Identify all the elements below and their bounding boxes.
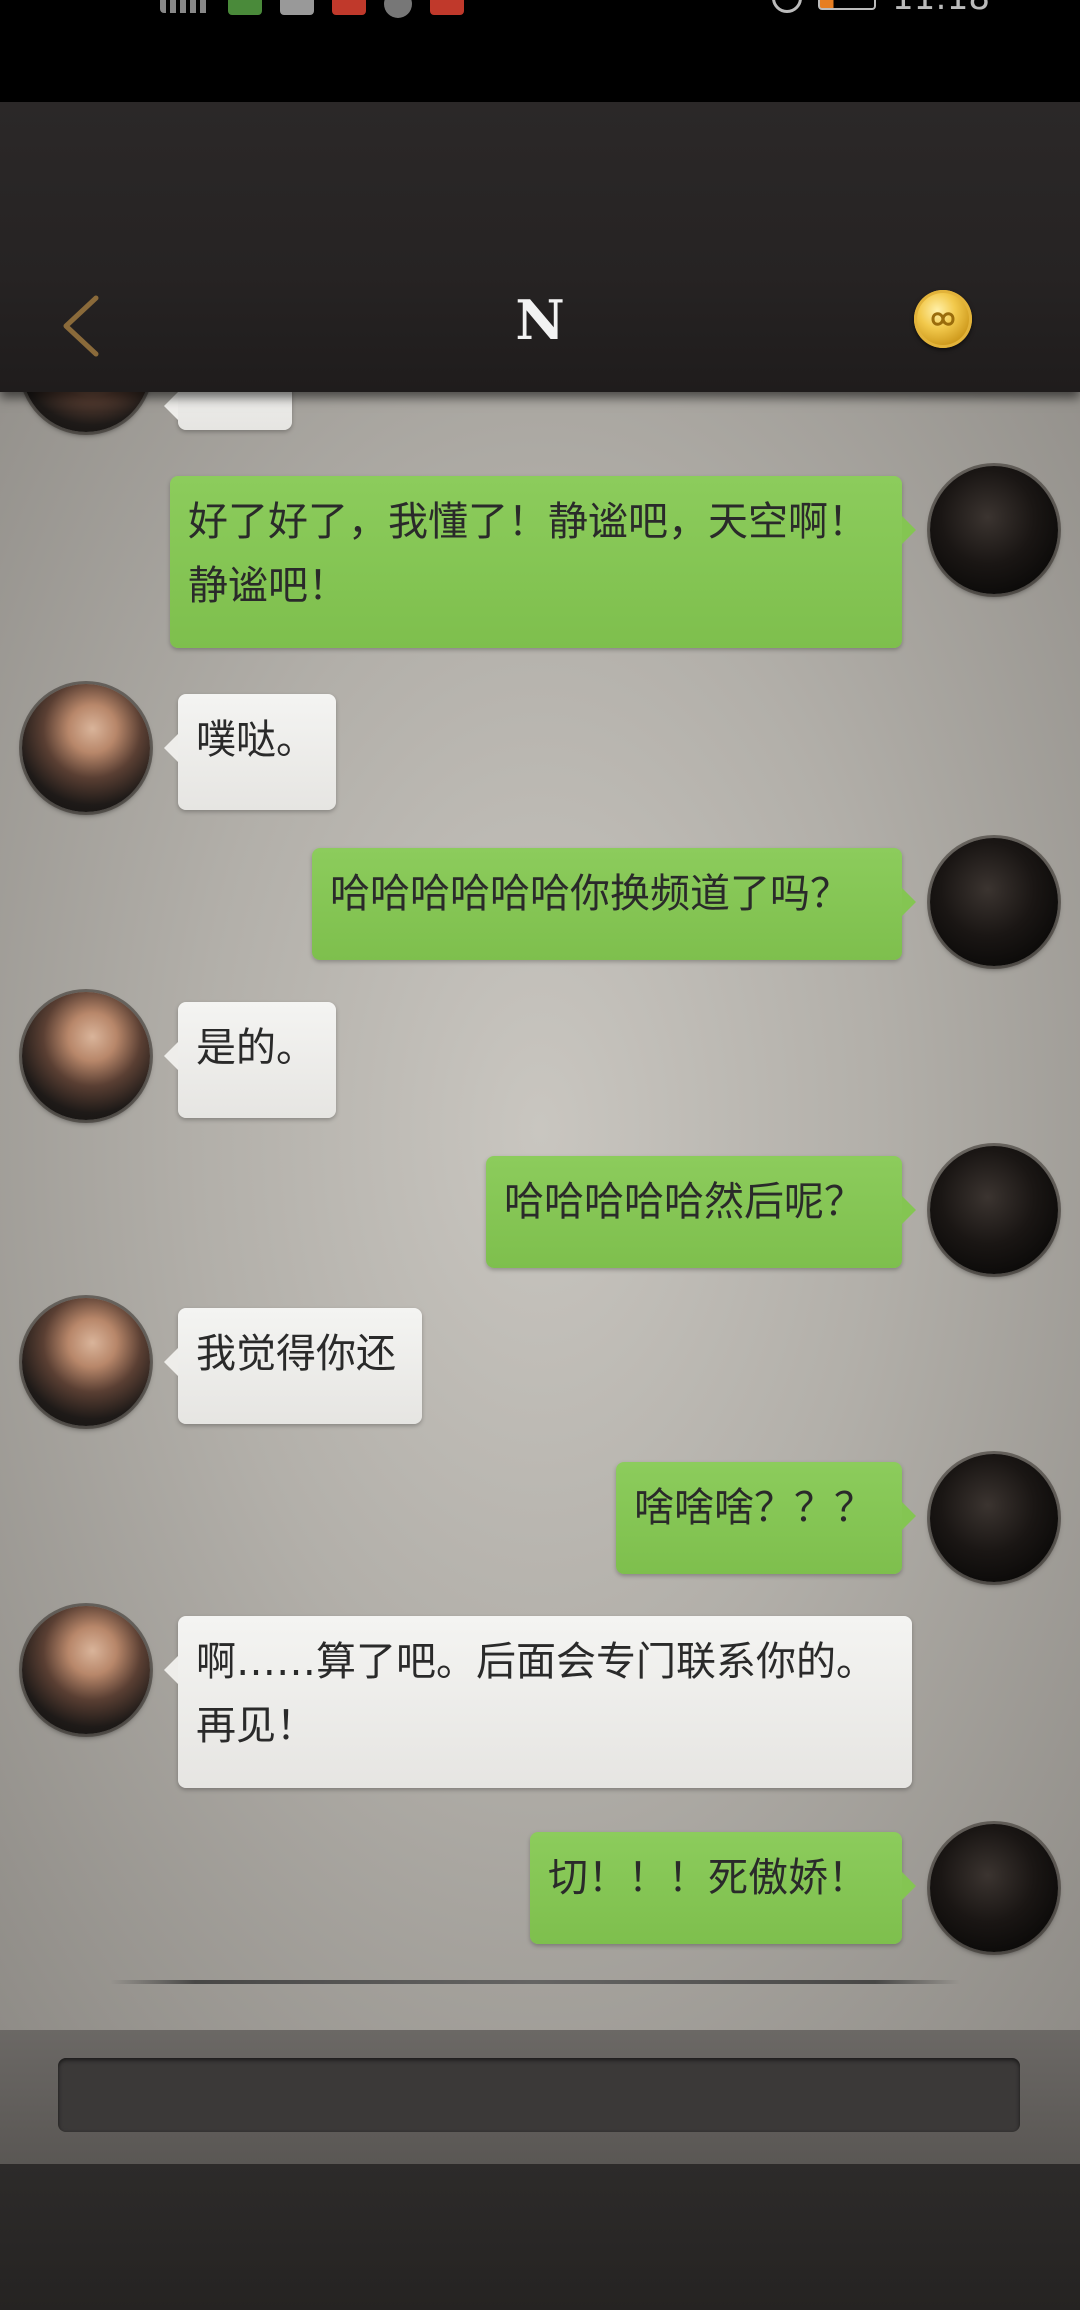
alarm-icon xyxy=(772,0,803,13)
paper-edge-divider xyxy=(110,1980,960,1984)
coin-button[interactable] xyxy=(914,290,972,348)
my-avatar[interactable] xyxy=(930,1824,1058,1952)
message-bubble-incoming[interactable]: 噗哒。 xyxy=(164,694,336,810)
my-avatar[interactable] xyxy=(930,1454,1058,1582)
status-icons-right: 11:18 xyxy=(772,0,990,18)
message-bubble-incoming[interactable]: 是的。 xyxy=(164,1002,336,1118)
my-avatar[interactable] xyxy=(930,1146,1058,1274)
contact-avatar[interactable] xyxy=(22,1606,150,1734)
bottom-panel xyxy=(0,2164,1080,2310)
app-icon xyxy=(384,0,412,18)
chat-header: N xyxy=(0,102,1080,392)
message-list[interactable]: 好了好了，我懂了！静谧吧，天空啊！静谧吧！ 噗哒。 哈哈哈哈哈哈你换频道了吗？ … xyxy=(0,392,1080,2030)
message-bubble-outgoing[interactable]: 哈哈哈哈哈哈你换频道了吗？ xyxy=(312,848,916,960)
input-bar xyxy=(0,2030,1080,2164)
app-badge-icon xyxy=(430,0,464,15)
contact-avatar[interactable] xyxy=(22,392,150,432)
status-icons-left xyxy=(160,0,464,18)
contact-avatar[interactable] xyxy=(22,1298,150,1426)
signal-icon xyxy=(160,0,210,13)
message-bubble-outgoing[interactable]: 哈哈哈哈哈然后呢？ xyxy=(486,1156,916,1268)
infinity-coin-icon xyxy=(931,312,955,326)
message-bubble-outgoing[interactable]: 啥啥啥？？？ xyxy=(616,1462,916,1574)
my-avatar[interactable] xyxy=(930,838,1058,966)
status-time: 11:18 xyxy=(892,0,990,18)
contact-avatar[interactable] xyxy=(22,684,150,812)
my-avatar[interactable] xyxy=(930,466,1058,594)
lock-icon xyxy=(280,0,314,15)
message-bubble-incoming[interactable]: 啊……算了吧。后面会专门联系你的。再见！ xyxy=(164,1616,912,1788)
mail-icon xyxy=(332,0,366,15)
battery-icon xyxy=(818,0,877,10)
message-bubble-outgoing[interactable]: 切！！！死傲娇！ xyxy=(530,1832,916,1944)
status-bar: 11:18 xyxy=(0,0,1080,102)
message-input[interactable] xyxy=(58,2058,1020,2132)
message-bubble-incoming[interactable]: 我觉得你还 xyxy=(164,1308,422,1424)
message-bubble-incoming[interactable] xyxy=(164,392,292,430)
contact-avatar[interactable] xyxy=(22,992,150,1120)
notification-icon xyxy=(228,0,262,15)
message-bubble-outgoing[interactable]: 好了好了，我懂了！静谧吧，天空啊！静谧吧！ xyxy=(170,476,916,648)
